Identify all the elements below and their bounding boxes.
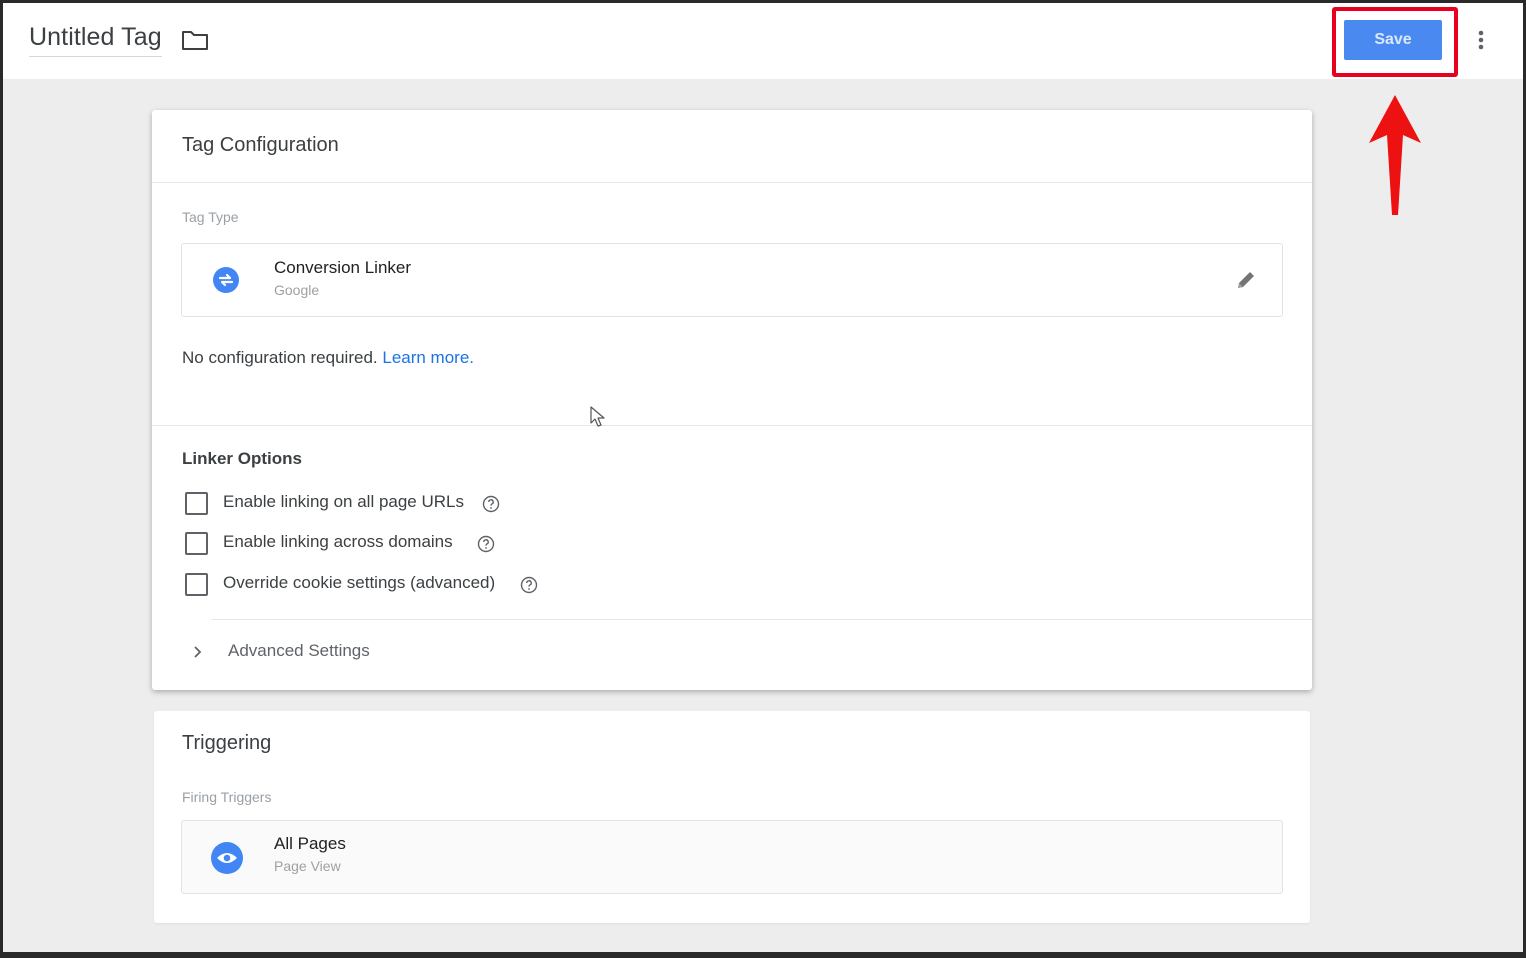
red-arrow-annotation: [1369, 95, 1421, 215]
option-label: Override cookie settings (advanced): [223, 573, 496, 592]
checkbox[interactable]: [185, 573, 208, 596]
divider: [152, 182, 1312, 183]
no-config-text: No configuration required.: [182, 348, 378, 367]
tag-configuration-card: Tag Configuration Tag Type Conversion Li…: [152, 110, 1312, 690]
help-icon[interactable]: [482, 495, 500, 513]
chevron-right-icon: [194, 646, 202, 658]
tag-type-vendor: Google: [274, 282, 320, 298]
tag-type-name: Conversion Linker: [274, 258, 412, 277]
trigger-name: All Pages: [274, 834, 346, 853]
option-label: Enable linking across domains: [223, 532, 453, 551]
save-button[interactable]: Save: [1344, 20, 1442, 60]
help-icon[interactable]: [477, 535, 495, 553]
no-config-message: No configuration required. Learn more.: [182, 348, 474, 368]
advanced-settings-toggle[interactable]: Advanced Settings: [182, 640, 1282, 670]
top-bar: Untitled Tag Save: [3, 3, 1523, 79]
tag-type-label: Tag Type: [182, 209, 239, 225]
divider: [212, 619, 1312, 620]
tag-editor-window: Untitled Tag Save Tag Configuration Tag …: [3, 3, 1523, 952]
eye-icon: [211, 842, 243, 874]
trigger-all-pages[interactable]: All Pages Page View: [181, 820, 1283, 894]
tag-name-input[interactable]: Untitled Tag: [29, 23, 162, 57]
help-icon[interactable]: [520, 576, 538, 594]
pencil-icon[interactable]: [1234, 268, 1258, 292]
more-vert-icon[interactable]: [1471, 25, 1491, 55]
firing-triggers-label: Firing Triggers: [182, 789, 272, 805]
checkbox[interactable]: [185, 532, 208, 555]
checkbox[interactable]: [185, 492, 208, 515]
advanced-settings-label: Advanced Settings: [228, 641, 370, 660]
tag-type-selector[interactable]: Conversion Linker Google: [181, 243, 1283, 317]
mouse-cursor-icon: [590, 406, 605, 427]
learn-more-link[interactable]: Learn more.: [382, 348, 474, 367]
trigger-type: Page View: [274, 858, 341, 874]
card-title: Tag Configuration: [182, 134, 339, 156]
folder-icon[interactable]: [181, 29, 209, 51]
linker-options-title: Linker Options: [182, 449, 302, 468]
divider: [152, 425, 1312, 426]
option-label: Enable linking on all page URLs: [223, 492, 464, 511]
triggering-card: Triggering Firing Triggers All Pages Pag…: [154, 711, 1310, 923]
card-title: Triggering: [182, 732, 272, 754]
conversion-linker-icon: [213, 267, 239, 293]
